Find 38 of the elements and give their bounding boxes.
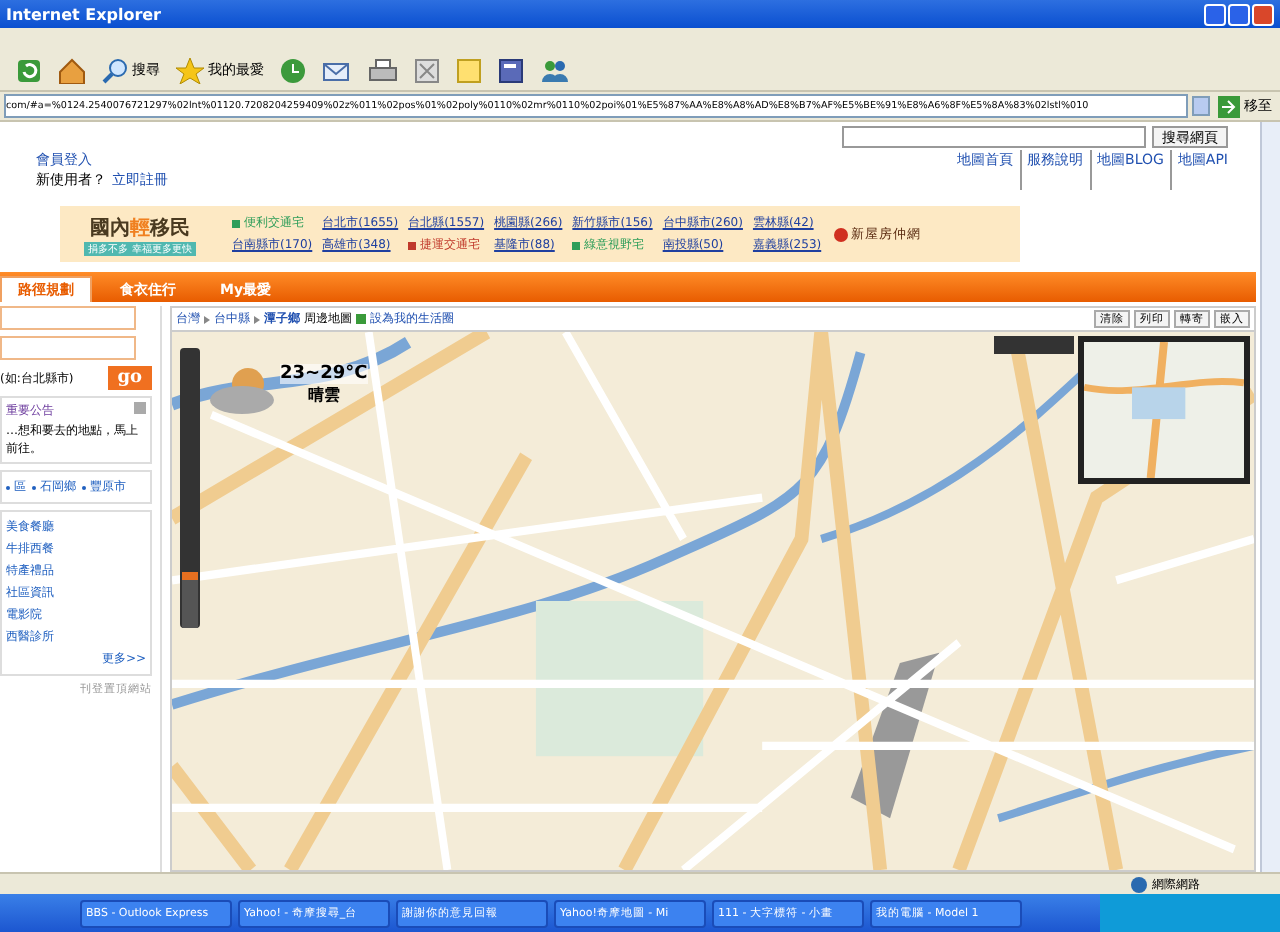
print-button[interactable] — [364, 57, 402, 83]
arrow-icon — [1218, 95, 1240, 117]
book-icon — [498, 57, 524, 83]
zoom-slider-fill[interactable] — [182, 572, 198, 628]
clock-icon — [280, 57, 306, 83]
refresh-icon — [16, 57, 42, 83]
people-icon — [540, 57, 568, 83]
ad-title: 國內輕移民 — [90, 215, 190, 241]
search-icon — [102, 57, 128, 83]
home-button[interactable] — [54, 57, 90, 83]
map-type-toggle[interactable] — [994, 336, 1074, 354]
note-icon — [456, 57, 482, 83]
temperature-text: 23~29°C — [280, 364, 368, 384]
edit-icon — [414, 57, 440, 83]
window-title: Internet Explorer — [6, 5, 162, 23]
close-button[interactable] — [1252, 3, 1274, 25]
cloud-icon — [208, 364, 276, 416]
search-field[interactable] — [842, 126, 1146, 148]
start-field[interactable] — [0, 306, 136, 330]
printer-icon — [368, 57, 398, 83]
home-icon — [58, 57, 86, 83]
circle-icon — [833, 227, 848, 241]
plus-icon — [356, 314, 366, 324]
maximize-button[interactable] — [1228, 3, 1250, 25]
refresh-button[interactable] — [12, 57, 46, 83]
end-field[interactable] — [0, 336, 136, 360]
chevron-icon — [254, 315, 260, 323]
edit-button[interactable] — [410, 57, 444, 83]
globe-icon — [1130, 875, 1148, 893]
research-button[interactable] — [494, 57, 528, 83]
messenger-button[interactable] — [536, 57, 572, 83]
history-button[interactable] — [276, 57, 310, 83]
star-icon — [176, 57, 204, 83]
envelope-icon — [322, 57, 352, 83]
minimize-button[interactable] — [1204, 3, 1226, 25]
weather-text: 晴雲 — [305, 384, 342, 406]
scrollbar[interactable] — [1260, 122, 1280, 872]
chevron-icon — [204, 315, 210, 323]
